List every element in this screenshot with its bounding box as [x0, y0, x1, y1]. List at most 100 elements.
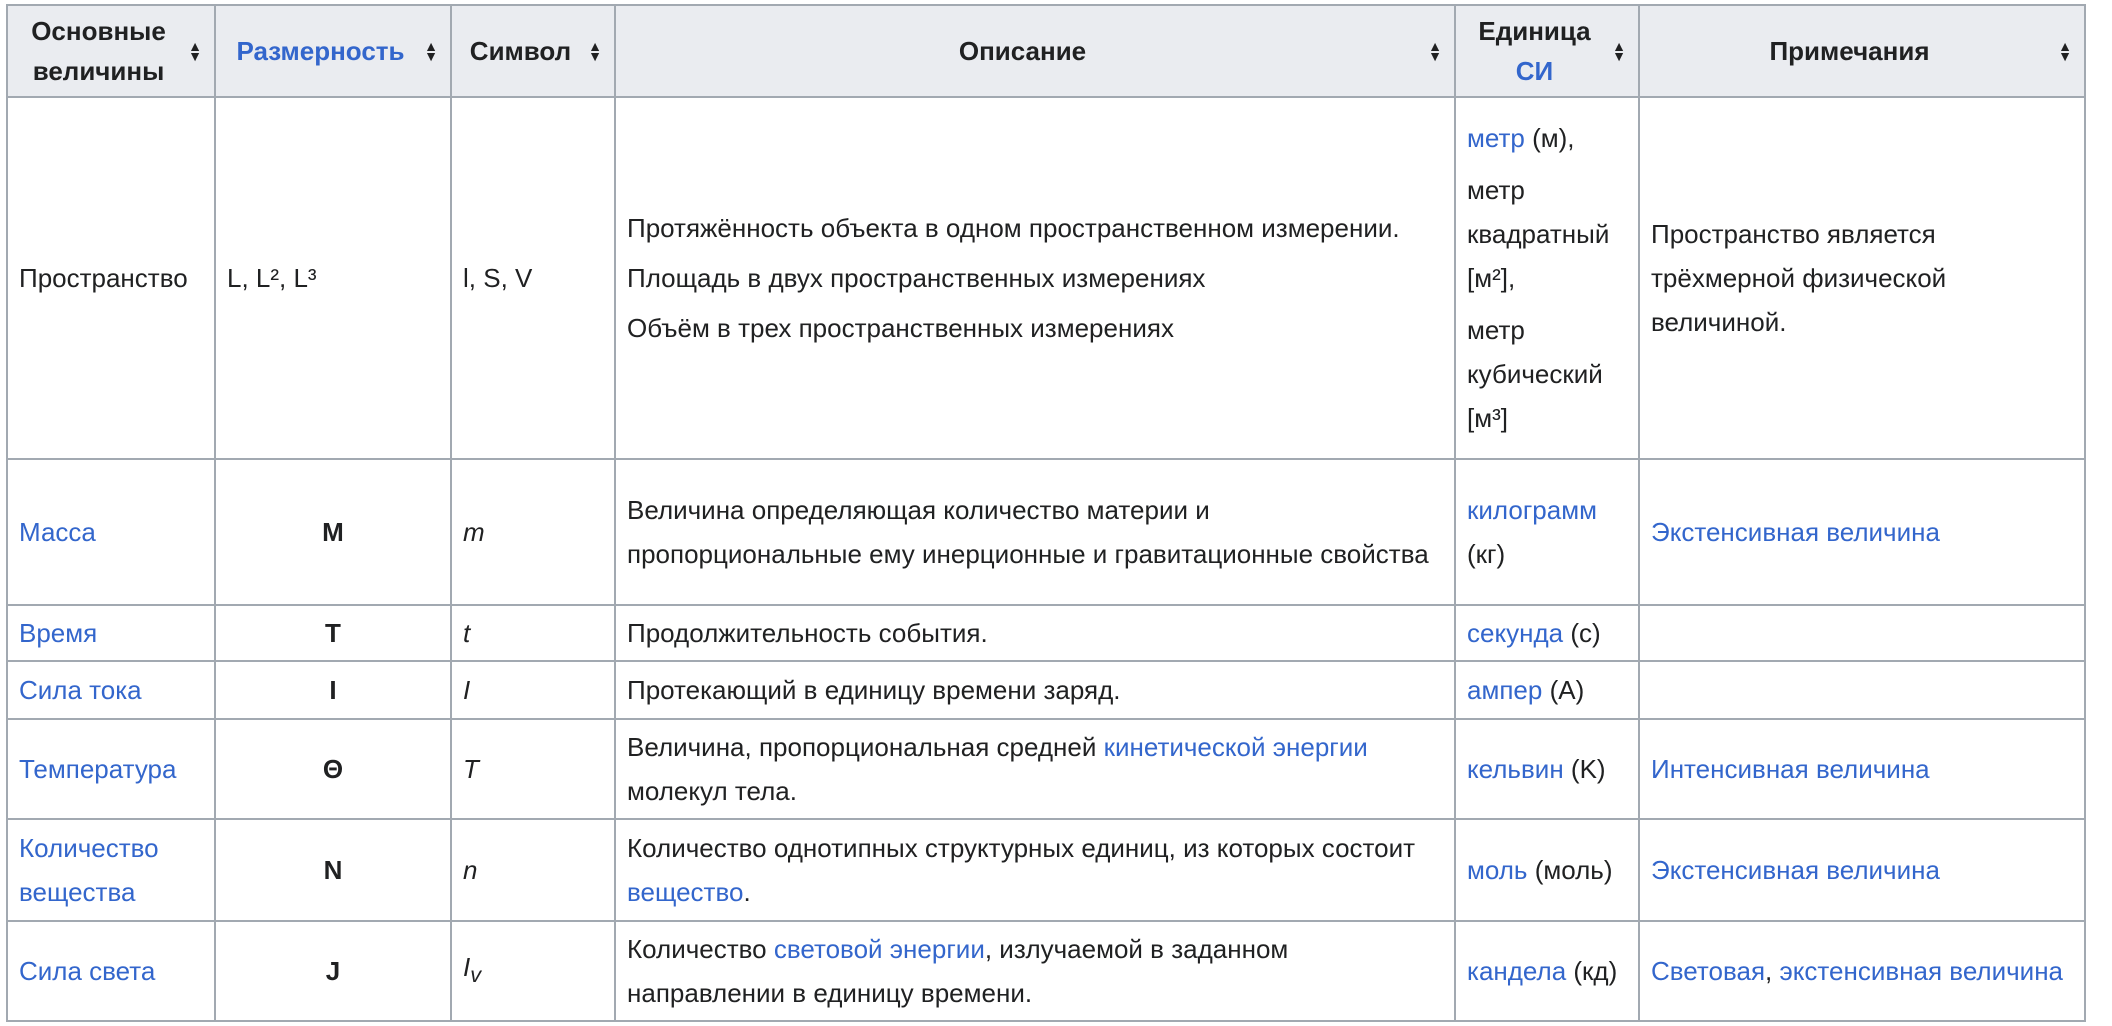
symbol-cell: I — [450, 660, 616, 720]
substance-link[interactable]: вещество — [627, 877, 743, 907]
notes-cell: Пространство является трёхмерной физичес… — [1638, 96, 2086, 460]
unit-cell: метр (м), метр квадратный [м²], метр куб… — [1454, 96, 1640, 460]
table-row: Сила света J Iv Количество световой энер… — [6, 920, 2086, 1022]
description-text: . — [743, 877, 751, 907]
description-line: Объём в трех пространственных измерениях — [627, 313, 1174, 343]
light-energy-link[interactable]: световой энергии — [774, 934, 985, 964]
symbol-cell: T — [450, 718, 616, 820]
description-text: Величина, пропорциональная средней — [627, 732, 1104, 762]
unit-link-mole[interactable]: моль — [1467, 855, 1527, 885]
unit-text: (с) — [1563, 618, 1601, 648]
notes-cell — [1638, 660, 2086, 720]
unit-cell: килограмм (кг) — [1454, 458, 1640, 606]
notes-link-extensive[interactable]: экстенсивная величина — [1779, 956, 2063, 986]
description-text: Количество — [627, 934, 774, 964]
si-link[interactable]: СИ — [1516, 56, 1553, 86]
symbol-cell: t — [450, 604, 616, 662]
dimension-cell: L, L², L³ — [214, 96, 452, 460]
unit-cell: секунда (с) — [1454, 604, 1640, 662]
dimension-cell: N — [214, 818, 452, 922]
notes-cell: Световая, экстенсивная величина — [1638, 920, 2086, 1022]
description-cell: Величина определяющая количество материи… — [614, 458, 1456, 606]
sort-icon[interactable]: ▲ ▼ — [588, 39, 602, 63]
dimension-cell: Θ — [214, 718, 452, 820]
quantity-link-current[interactable]: Сила тока — [19, 675, 142, 705]
sort-icon[interactable]: ▲ ▼ — [1428, 39, 1442, 63]
quantity-name: Пространство — [6, 96, 216, 460]
dimension-cell: J — [214, 920, 452, 1022]
dimension-cell: T — [214, 604, 452, 662]
kinetic-energy-link[interactable]: кинетической энергии — [1104, 732, 1368, 762]
dimension-cell: I — [214, 660, 452, 720]
unit-link-second[interactable]: секунда — [1467, 618, 1563, 648]
unit-cell: ампер (A) — [1454, 660, 1640, 720]
column-header-base-label: Основные величины — [31, 16, 166, 86]
unit-cell: кельвин (K) — [1454, 718, 1640, 820]
unit-text: (моль) — [1527, 855, 1613, 885]
column-header-base[interactable]: Основные величины ▲ ▼ — [6, 4, 216, 98]
unit-link-meter[interactable]: метр — [1467, 123, 1525, 153]
symbol-cell: l, S, V — [450, 96, 616, 460]
symbol-subscript: v — [470, 962, 482, 988]
notes-link-luminous[interactable]: Световая — [1651, 956, 1765, 986]
unit-link-kilogram[interactable]: килограмм — [1467, 495, 1597, 525]
description-cell: Количество световой энергии, излучаемой … — [614, 920, 1456, 1022]
description-cell: Продолжительность события. — [614, 604, 1456, 662]
sort-icon[interactable]: ▲ ▼ — [1612, 39, 1626, 63]
table-row: Сила тока I I Протекающий в единицу врем… — [6, 660, 2086, 720]
quantity-link-amount[interactable]: Количество вещества — [19, 833, 159, 907]
notes-link-extensive[interactable]: Экстенсивная величина — [1651, 855, 1940, 885]
description-cell: Протекающий в единицу времени заряд. — [614, 660, 1456, 720]
table-row: Количество вещества N n Количество однот… — [6, 818, 2086, 922]
quantity-link-time[interactable]: Время — [19, 618, 97, 648]
notes-cell — [1638, 604, 2086, 662]
description-cell: Величина, пропорциональная средней кинет… — [614, 718, 1456, 820]
unit-link-kelvin[interactable]: кельвин — [1467, 754, 1564, 784]
description-cell: Количество однотипных структурных единиц… — [614, 818, 1456, 922]
dimension-cell: M — [214, 458, 452, 606]
notes-link-extensive[interactable]: Экстенсивная величина — [1651, 517, 1940, 547]
unit-cell: моль (моль) — [1454, 818, 1640, 922]
table-row: Время T t Продолжительность события. сек… — [6, 604, 2086, 662]
description-text: Количество однотипных структурных единиц… — [627, 833, 1416, 863]
column-header-symbol-label: Символ — [469, 36, 572, 66]
column-header-notes-label: Примечания — [1769, 36, 1930, 66]
unit-line: метр квадратный [м²], — [1467, 175, 1610, 293]
column-header-description-label: Описание — [958, 36, 1087, 66]
notes-separator: , — [1765, 956, 1780, 986]
table-row: Пространство L, L², L³ l, S, V Протяжённ… — [6, 96, 2086, 460]
description-line: Протяжённость объекта в одном пространст… — [627, 213, 1400, 243]
unit-cell: кандела (кд) — [1454, 920, 1640, 1022]
symbol-cell: Iv — [450, 920, 616, 1022]
unit-link-ampere[interactable]: ампер — [1467, 675, 1542, 705]
sort-icon[interactable]: ▲ ▼ — [424, 39, 438, 63]
column-header-dimension[interactable]: Размерность ▲ ▼ — [214, 4, 452, 98]
unit-text: (K) — [1563, 754, 1606, 784]
unit-text: (A) — [1542, 675, 1585, 705]
unit-text: (кд) — [1566, 956, 1618, 986]
symbol-cell: m — [450, 458, 616, 606]
description-cell: Протяжённость объекта в одном пространст… — [614, 96, 1456, 460]
quantity-link-mass[interactable]: Масса — [19, 517, 96, 547]
notes-link-intensive[interactable]: Интенсивная величина — [1651, 754, 1930, 784]
quantity-link-luminous[interactable]: Сила света — [19, 956, 155, 986]
column-header-unit[interactable]: Единица СИ ▲ ▼ — [1454, 4, 1640, 98]
symbol-cell: n — [450, 818, 616, 922]
column-header-description[interactable]: Описание ▲ ▼ — [614, 4, 1456, 98]
column-header-symbol[interactable]: Символ ▲ ▼ — [450, 4, 616, 98]
quantity-link-temperature[interactable]: Температура — [19, 754, 176, 784]
unit-text: (м), — [1524, 123, 1575, 153]
sort-icon[interactable]: ▲ ▼ — [188, 39, 202, 63]
unit-text: (кг) — [1467, 539, 1506, 569]
sort-icon[interactable]: ▲ ▼ — [2058, 39, 2072, 63]
unit-line: метр (м), — [1467, 112, 1627, 164]
description-text: молекул тела. — [627, 776, 797, 806]
column-header-notes[interactable]: Примечания ▲ ▼ — [1638, 4, 2086, 98]
base-quantities-table: Основные величины ▲ ▼ Размерность ▲ ▼ Симв… — [6, 4, 2086, 1022]
description-line: Площадь в двух пространственных измерени… — [627, 263, 1206, 293]
table-row: Масса M m Величина определяющая количест… — [6, 458, 2086, 606]
unit-link-candela[interactable]: кандела — [1467, 956, 1566, 986]
dimension-link[interactable]: Размерность — [236, 36, 404, 66]
table-row: Температура Θ T Величина, пропорциональн… — [6, 718, 2086, 820]
unit-line: метр кубический [м³] — [1467, 315, 1603, 433]
